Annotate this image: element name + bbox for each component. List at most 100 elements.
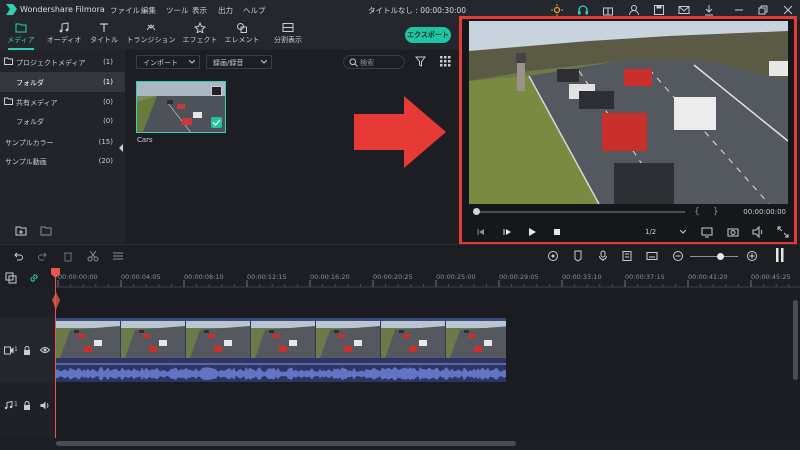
new-folder-icon[interactable]: [15, 225, 27, 236]
import-dropdown[interactable]: インポート: [136, 55, 200, 69]
preview-progress-knob[interactable]: [473, 208, 480, 215]
sidebar-item-label: 共有メディア: [16, 99, 58, 107]
undo-icon[interactable]: [12, 250, 24, 262]
tab-elements[interactable]: エレメント: [224, 22, 260, 48]
horizontal-scrollbar[interactable]: [56, 441, 516, 446]
zoom-in-icon[interactable]: [746, 250, 758, 262]
tab-audio[interactable]: オーディオ: [44, 22, 84, 48]
document-title: タイトルなし : 00:00:30:00: [368, 6, 467, 15]
marker-icon[interactable]: [572, 250, 584, 262]
snapshot-camera-icon[interactable]: [727, 226, 739, 238]
sun-icon[interactable]: [551, 4, 563, 16]
split-screen-icon: [282, 23, 294, 32]
save-icon[interactable]: [653, 4, 665, 16]
mail-icon[interactable]: [678, 4, 690, 16]
volume-icon[interactable]: [752, 225, 764, 239]
playhead-marker-icon[interactable]: [52, 292, 60, 310]
ruler-tick-label: 00:00:29:05: [499, 273, 539, 281]
play-frame-icon[interactable]: [501, 226, 513, 238]
tab-transitions[interactable]: トランジション: [126, 22, 176, 48]
tab-split-screen[interactable]: 分割表示: [268, 22, 308, 48]
sidebar-item-shared-media[interactable]: 共有メディア (0): [0, 92, 125, 112]
tab-media[interactable]: メディア: [4, 22, 38, 48]
folder-icon: [15, 23, 27, 33]
collapse-panel-icon[interactable]: [118, 144, 124, 152]
zoom-out-icon[interactable]: [672, 250, 684, 262]
display-settings-icon[interactable]: [701, 226, 713, 238]
sidebar-item-sample-videos[interactable]: サンプル動画 (20): [0, 151, 125, 171]
menu-edit[interactable]: 編集: [141, 5, 156, 16]
close-icon[interactable]: [782, 4, 794, 16]
preview-timecode: 00:00:00:00: [743, 208, 786, 216]
restore-icon[interactable]: [757, 4, 769, 16]
music-note-icon: [59, 22, 69, 33]
menu-view[interactable]: 表示: [192, 5, 207, 16]
delete-icon[interactable]: [62, 250, 74, 262]
grid-view-icon[interactable]: [440, 56, 451, 67]
headset-icon[interactable]: [577, 4, 589, 16]
subtitle-icon[interactable]: [646, 250, 658, 262]
microphone-icon[interactable]: [597, 250, 609, 262]
redo-icon[interactable]: [37, 250, 49, 262]
sidebar-item-folder-selected[interactable]: フォルダ (1): [0, 72, 125, 92]
fullscreen-icon[interactable]: [777, 226, 789, 238]
tab-split-screen-label: 分割表示: [274, 36, 302, 44]
import-label: インポート: [143, 59, 178, 67]
download-icon[interactable]: [703, 4, 715, 16]
sidebar-item-shared-folder[interactable]: フォルダ (0): [0, 111, 125, 131]
lock-icon[interactable]: [23, 346, 31, 355]
stop-icon[interactable]: [551, 226, 563, 238]
sidebar-item-sample-colors[interactable]: サンプルカラー (15): [0, 132, 125, 152]
zoom-slider-track[interactable]: [690, 256, 738, 257]
preview-progress-track[interactable]: [475, 211, 685, 213]
speaker-icon[interactable]: [40, 401, 50, 410]
tab-effects[interactable]: エフェクト: [182, 22, 218, 48]
render-icon[interactable]: [547, 250, 559, 262]
effect-icon: [194, 22, 206, 33]
ruler-tick-label: 00:00:37:15: [625, 273, 665, 281]
mark-in-icon[interactable]: {: [694, 207, 700, 217]
menu-tools[interactable]: ツール: [166, 5, 189, 16]
sidebar-item-count: (15): [98, 138, 113, 146]
sidebar-item-count: (1): [103, 78, 113, 86]
menu-help[interactable]: ヘルプ: [243, 5, 266, 16]
gift-icon[interactable]: [602, 4, 614, 16]
media-thumbnail-cars[interactable]: [136, 81, 226, 133]
adjust-icon[interactable]: [112, 250, 124, 262]
cut-scissors-icon[interactable]: [87, 250, 99, 262]
minimize-icon[interactable]: [733, 4, 745, 16]
sidebar-item-count: (20): [98, 157, 113, 165]
folder-icon[interactable]: [40, 225, 52, 236]
preview-quality-dropdown[interactable]: 1/2: [640, 225, 690, 239]
search-input[interactable]: 検索: [343, 55, 405, 69]
eye-icon[interactable]: [39, 346, 51, 354]
play-icon[interactable]: [526, 226, 538, 238]
voiceover-icon[interactable]: [621, 250, 633, 262]
ruler-tick-label: 00:00:45:25: [751, 273, 791, 281]
menu-file[interactable]: ファイル: [110, 5, 140, 16]
ruler-tick-label: 00:00:04:05: [121, 273, 161, 281]
video-clip-cars[interactable]: [56, 318, 506, 358]
mark-out-icon[interactable]: }: [713, 207, 719, 217]
lock-icon[interactable]: [23, 401, 31, 410]
zoom-slider-knob[interactable]: [717, 253, 724, 260]
record-dropdown[interactable]: 録画/録音: [206, 55, 272, 69]
tab-transitions-label: トランジション: [126, 36, 176, 44]
vertical-scrollbar[interactable]: [793, 300, 798, 380]
video-type-icon: [211, 86, 222, 96]
audio-waveform[interactable]: [56, 358, 506, 382]
link-icon[interactable]: [28, 272, 40, 284]
pause-bars-icon[interactable]: [776, 248, 784, 262]
tab-titles[interactable]: タイトル: [89, 22, 119, 48]
account-icon[interactable]: [628, 4, 640, 16]
tab-audio-label: オーディオ: [46, 36, 82, 44]
preview-video[interactable]: [469, 21, 788, 204]
export-button[interactable]: エクスポート: [405, 27, 451, 43]
menu-output[interactable]: 出力: [218, 5, 233, 16]
filter-icon[interactable]: [414, 56, 427, 67]
step-back-icon[interactable]: [475, 226, 487, 238]
sidebar-item-project-media[interactable]: プロジェクトメディア (1): [0, 52, 125, 72]
add-track-icon[interactable]: [5, 272, 17, 284]
text-icon: [100, 23, 108, 32]
audio-track-number: 1: [14, 401, 18, 408]
